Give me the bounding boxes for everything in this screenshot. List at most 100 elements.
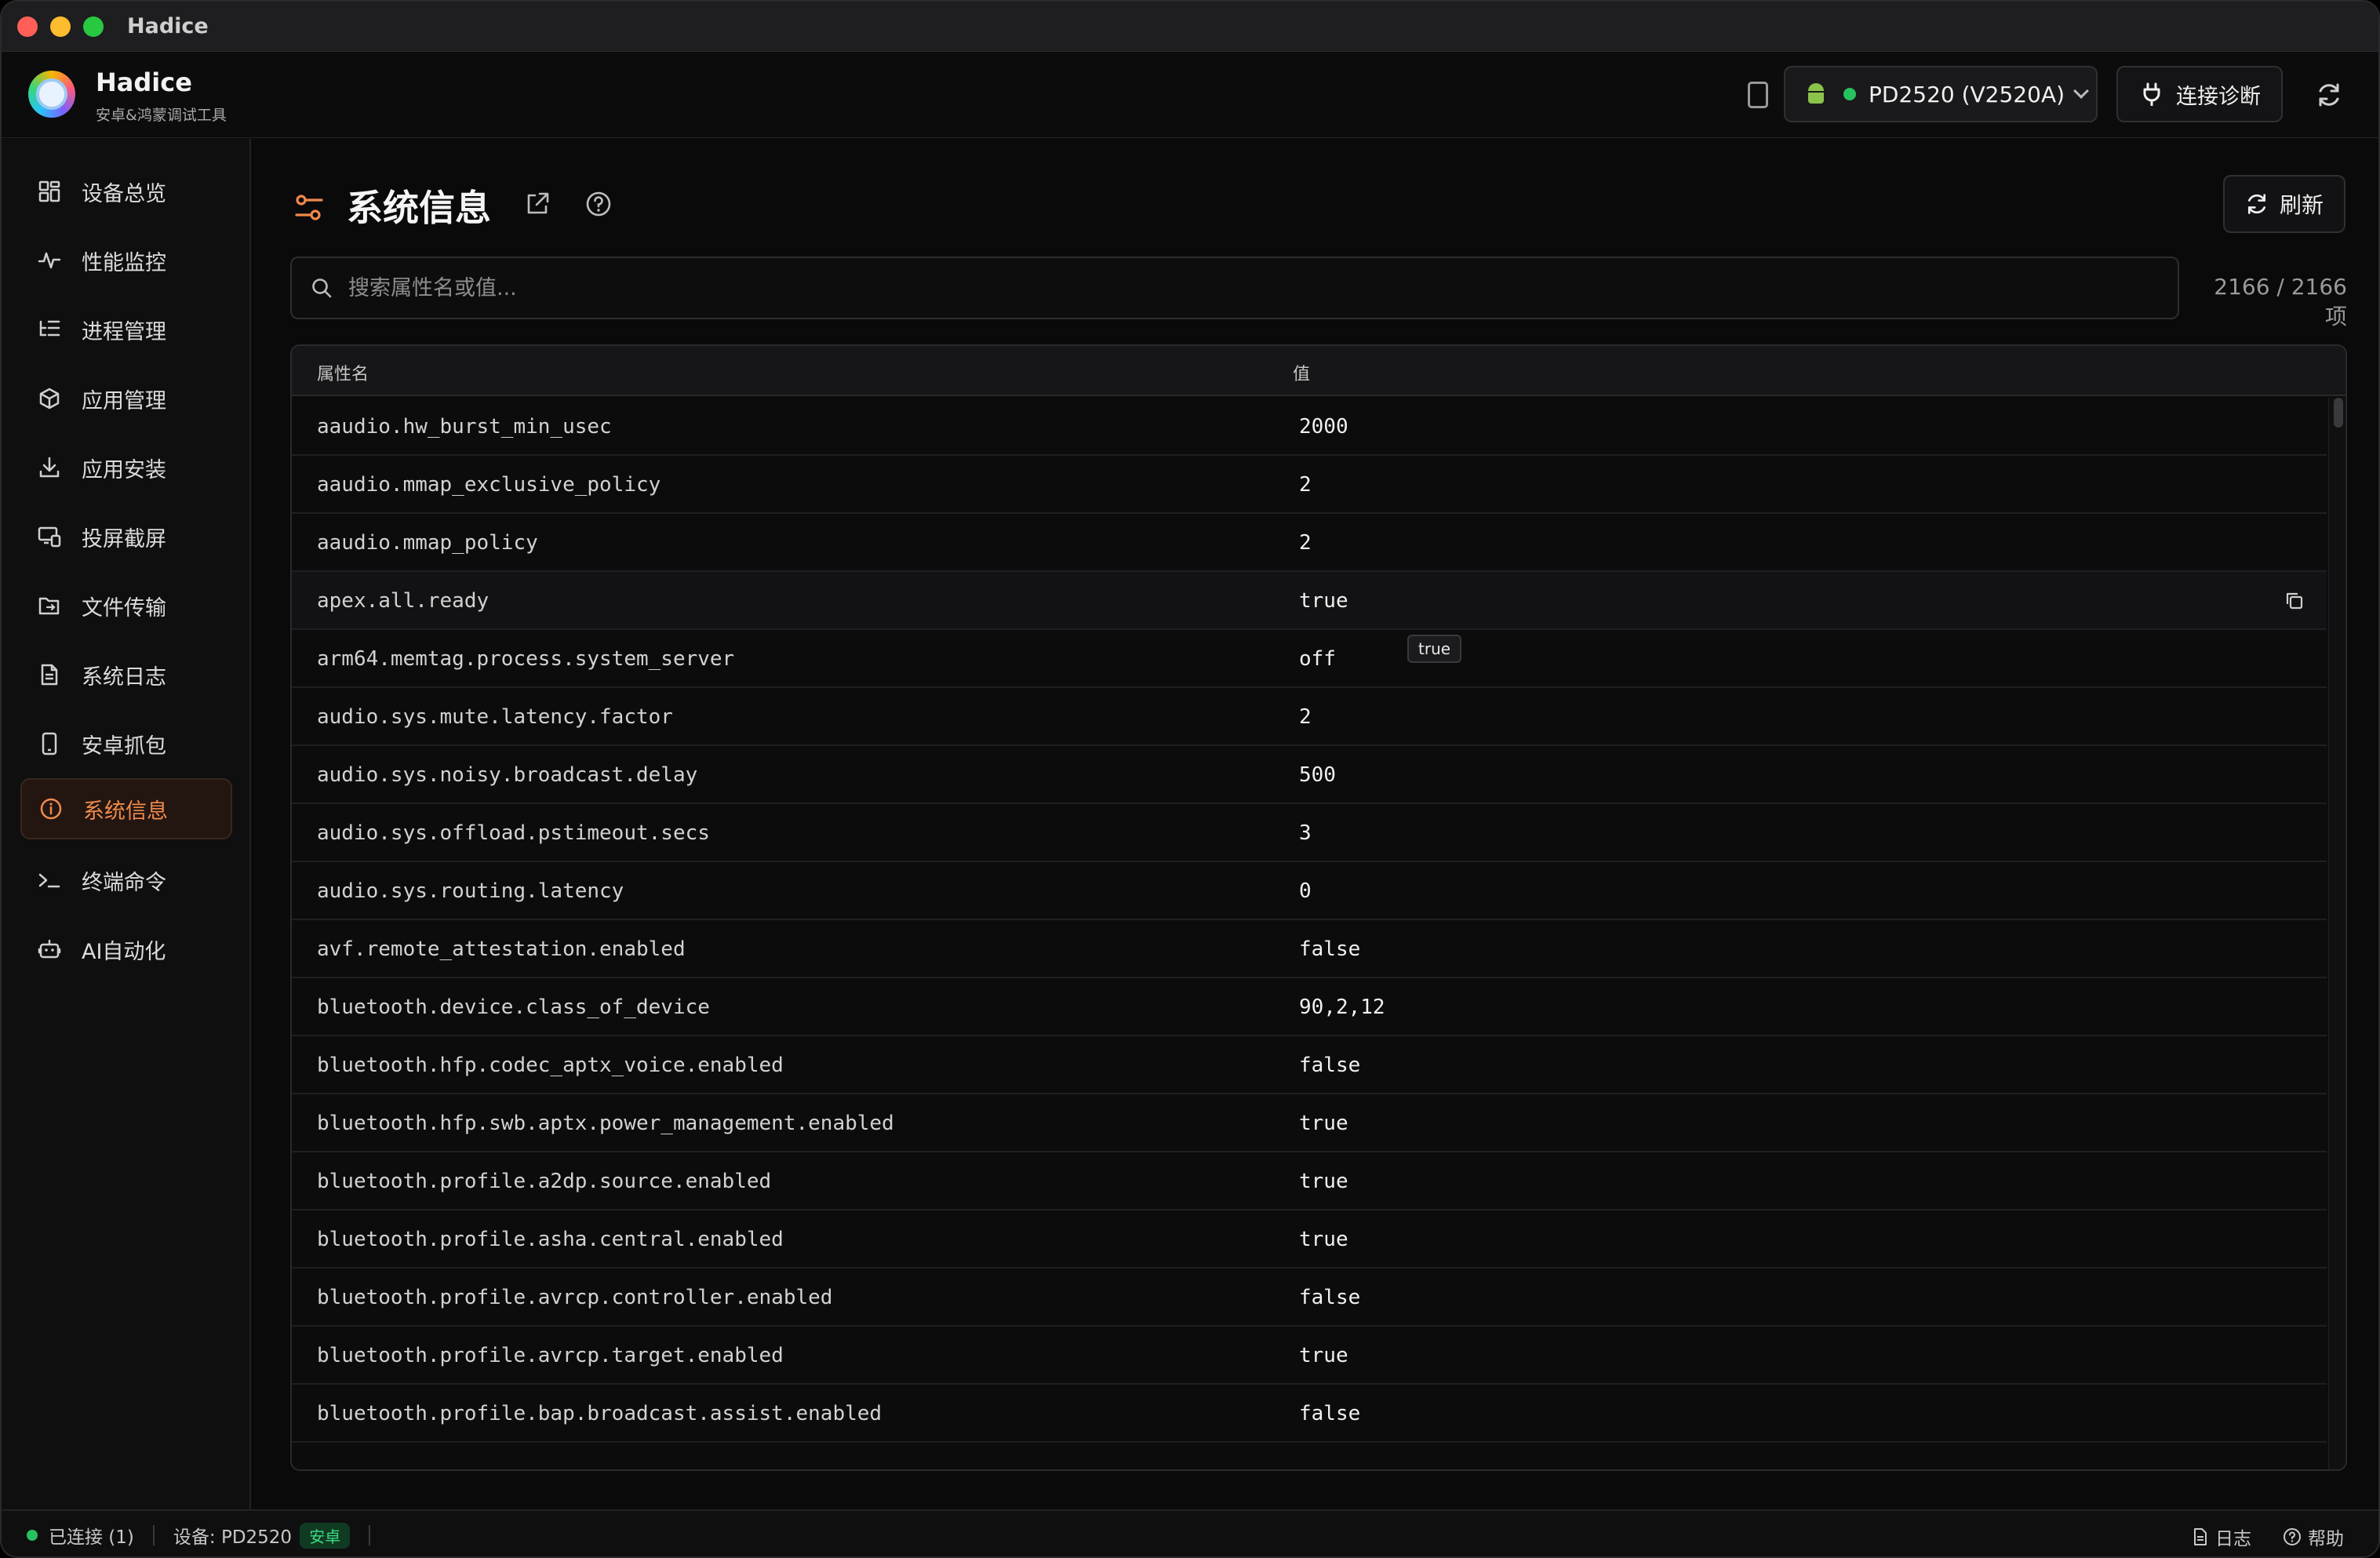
search-box[interactable] [290, 257, 2179, 319]
table-row[interactable]: apex.all.ready true [292, 572, 2327, 630]
property-name: audio.sys.routing.latency [317, 879, 624, 903]
column-header-name[interactable]: 属性名 [317, 360, 369, 385]
table-row[interactable]: bluetooth.profile.avrcp.controller.enabl… [292, 1269, 2327, 1327]
property-value[interactable]: true [1299, 1344, 1348, 1367]
sidebar-item-app-install[interactable]: 应用安装 [20, 437, 232, 498]
property-name: arm64.memtag.process.system_server [317, 647, 735, 671]
result-count: 2166 / 2166 项 [2214, 274, 2347, 329]
terminal-icon [38, 873, 60, 888]
property-name: avf.remote_attestation.enabled [317, 937, 686, 961]
property-value[interactable]: 2 [1299, 531, 1312, 555]
property-value[interactable]: true [1299, 1112, 1348, 1135]
property-value[interactable]: false [1299, 1286, 1360, 1309]
table-row[interactable]: avf.remote_attestation.enabled false [292, 920, 2327, 978]
property-value[interactable]: true [1299, 1228, 1348, 1251]
property-name: audio.sys.offload.pstimeout.secs [317, 821, 710, 845]
property-name: aaudio.mmap_policy [317, 531, 538, 555]
sidebar-item-label: 安卓抓包 [82, 733, 166, 759]
help-circle-icon[interactable] [585, 191, 612, 217]
device-label: PD2520 (V2520A) [1869, 81, 2065, 107]
phone-icon[interactable] [1748, 82, 1768, 108]
minimize-window-button[interactable] [50, 16, 71, 37]
refresh-icon[interactable] [2316, 82, 2342, 108]
property-name: bluetooth.device.class_of_device [317, 996, 710, 1019]
close-window-button[interactable] [17, 16, 38, 37]
android-icon [1806, 83, 1826, 105]
table-row[interactable]: audio.sys.mute.latency.factor 2 [292, 688, 2327, 746]
sidebar-item-label: 设备总览 [82, 181, 166, 206]
refresh-button[interactable]: 刷新 [2223, 175, 2345, 233]
table-row[interactable]: bluetooth.profile.a2dp.source.enabled tru… [292, 1152, 2327, 1210]
scrollbar-thumb[interactable] [2334, 398, 2343, 428]
property-name: bluetooth.hfp.swb.aptx.power_management.… [317, 1112, 894, 1135]
main-content: 系统信息 刷新 2166 / 2166 项 属性名 [253, 139, 2378, 1509]
table-scrollbar[interactable] [2328, 398, 2345, 1469]
table-row[interactable]: audio.sys.noisy.broadcast.delay 500 [292, 746, 2327, 804]
table-row[interactable]: aaudio.hw_burst_min_usec 2000 [292, 398, 2327, 456]
table-row[interactable]: aaudio.mmap_exclusive_policy 2 [292, 456, 2327, 514]
property-value[interactable]: 2000 [1299, 415, 1348, 439]
sidebar-item-app-manage[interactable]: 应用管理 [20, 368, 232, 429]
copy-icon[interactable] [2284, 591, 2305, 611]
sidebar-item-performance[interactable]: 性能监控 [20, 230, 232, 291]
property-name: bluetooth.profile.avrcp.controller.enabl… [317, 1286, 833, 1309]
property-value[interactable]: true [1299, 589, 1348, 613]
sidebar-item-screen-cast[interactable]: 投屏截屏 [20, 506, 232, 567]
divider [152, 1525, 155, 1545]
property-value[interactable]: 0 [1299, 879, 1312, 903]
property-value[interactable]: false [1299, 1402, 1360, 1425]
property-value[interactable]: 3 [1299, 821, 1312, 845]
connection-status: 已连接 (1) [49, 1527, 134, 1548]
table-row[interactable]: audio.sys.routing.latency 0 [292, 862, 2327, 920]
sidebar-item-device-overview[interactable]: 设备总览 [20, 161, 232, 222]
log-button[interactable]: 日志 [2192, 1523, 2251, 1550]
property-name: bluetooth.profile.bap.broadcast.assist.e… [317, 1402, 882, 1425]
grid-icon [38, 180, 60, 202]
sidebar-item-system-log[interactable]: 系统日志 [20, 644, 232, 705]
sidebar-item-label: 性能监控 [82, 250, 166, 275]
sidebar-item-ai-automation[interactable]: AI自动化 [20, 919, 232, 980]
plug-icon [2143, 82, 2160, 106]
connection-diagnose-button[interactable]: 连接诊断 [2116, 66, 2283, 122]
search-icon [312, 278, 332, 298]
sidebar-item-file-transfer[interactable]: 文件传输 [20, 575, 232, 636]
column-header-value[interactable]: 值 [1293, 360, 1310, 385]
property-value[interactable]: false [1299, 1054, 1360, 1077]
property-value[interactable]: 500 [1299, 763, 1336, 787]
property-value[interactable]: 2 [1299, 473, 1312, 497]
table-row[interactable]: arm64.memtag.process.system_server off [292, 630, 2327, 688]
table-row[interactable]: aaudio.mmap_policy 2 [292, 514, 2327, 572]
table-row[interactable]: bluetooth.hfp.codec_aptx_voice.enabled fa… [292, 1036, 2327, 1094]
table-row[interactable]: bluetooth.profile.bap.broadcast.assist.e… [292, 1385, 2327, 1443]
search-input[interactable] [348, 275, 2074, 300]
table-row[interactable]: bluetooth.hfp.swb.aptx.power_management.… [292, 1094, 2327, 1152]
sidebar-item-label: 终端命令 [82, 870, 166, 895]
property-name: apex.all.ready [317, 589, 489, 613]
property-name: audio.sys.mute.latency.factor [317, 705, 673, 729]
sidebar-item-label: 系统信息 [83, 799, 168, 824]
divider [369, 1525, 371, 1545]
property-value[interactable]: 2 [1299, 705, 1312, 729]
sidebar-item-system-info[interactable]: 系统信息 [20, 778, 232, 839]
maximize-window-button[interactable] [83, 16, 104, 37]
table-row[interactable]: bluetooth.device.class_of_device 90,2,12 [292, 978, 2327, 1036]
sidebar-item-label: 系统日志 [82, 664, 166, 690]
help-button[interactable]: 帮助 [2283, 1523, 2344, 1550]
sidebar-item-processes[interactable]: 进程管理 [20, 299, 232, 360]
property-name: bluetooth.profile.avrcp.target.enabled [317, 1344, 784, 1367]
table-row[interactable]: bluetooth.profile.asha.central.enabled tr… [292, 1210, 2327, 1269]
diagnose-label: 连接诊断 [2176, 84, 2261, 109]
sidebar-item-packet-capture[interactable]: 安卓抓包 [20, 713, 232, 774]
property-value[interactable]: off [1299, 647, 1336, 671]
page-title: 系统信息 [347, 187, 491, 229]
external-link-icon[interactable] [524, 191, 551, 217]
property-name: audio.sys.noisy.broadcast.delay [317, 763, 698, 787]
property-value[interactable]: false [1299, 937, 1360, 961]
app-logo [28, 71, 75, 118]
sidebar-item-terminal[interactable]: 终端命令 [20, 850, 232, 911]
property-value[interactable]: true [1299, 1170, 1348, 1193]
device-selector[interactable]: PD2520 (V2520A) [1784, 66, 2098, 122]
table-row[interactable]: audio.sys.offload.pstimeout.secs 3 [292, 804, 2327, 862]
table-row[interactable]: bluetooth.profile.avrcp.target.enabled tr… [292, 1327, 2327, 1385]
property-value[interactable]: 90,2,12 [1299, 996, 1385, 1019]
